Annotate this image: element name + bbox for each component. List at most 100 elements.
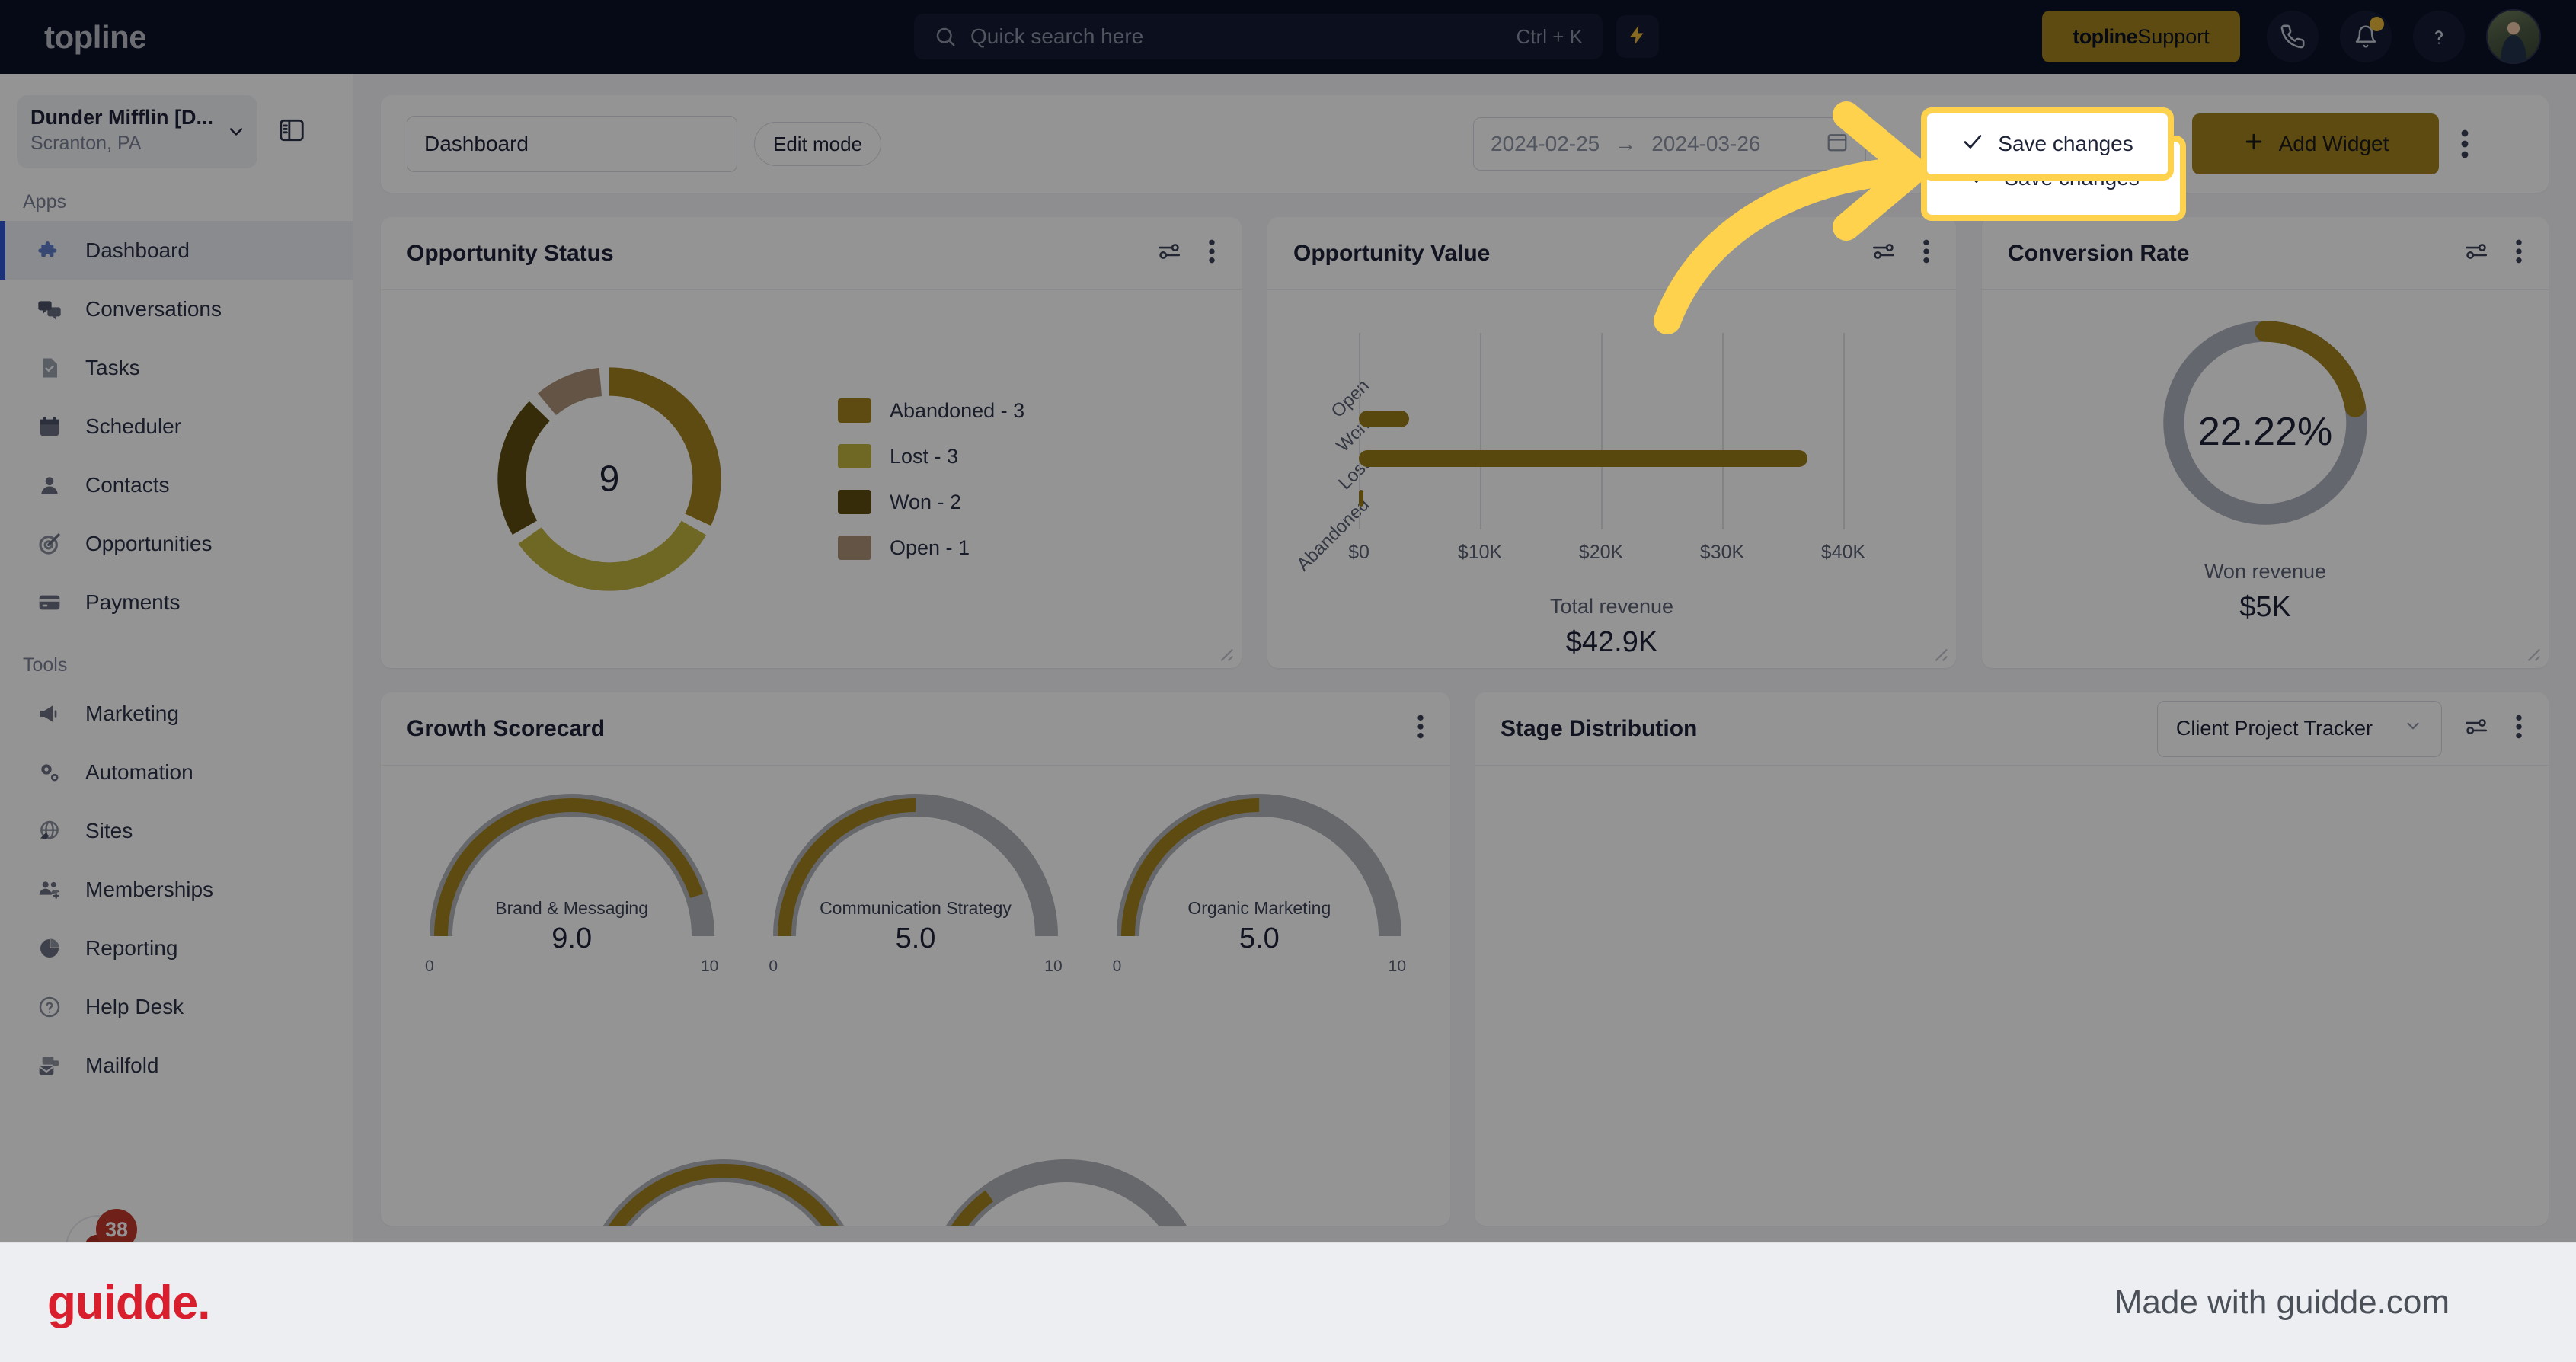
gauge-label: Organic Marketing [1187, 898, 1331, 918]
sidebar-item-scheduler[interactable]: Scheduler [0, 397, 353, 456]
filter-sliders-icon[interactable] [2463, 714, 2489, 743]
legend-item[interactable]: Lost - 3 [838, 444, 1024, 468]
sidebar-item-dashboard[interactable]: Dashboard [0, 221, 353, 280]
pipeline-select[interactable]: Client Project Tracker [2156, 700, 2442, 757]
conversion-rate-donut: 22.22% [1982, 309, 2549, 560]
sidebar-item-sites[interactable]: Sites [0, 801, 353, 860]
resize-handle[interactable] [1932, 645, 1948, 662]
kebab-menu-icon[interactable] [2515, 714, 2523, 743]
dashboard-toolbar: Dashboard Edit mode 2024-02-25 → 2024-03… [381, 95, 2549, 193]
filter-sliders-icon[interactable] [2463, 238, 2489, 268]
phone-button[interactable] [2267, 11, 2319, 62]
legend-item[interactable]: Abandoned - 3 [838, 398, 1024, 423]
sidebar-item-label: Memberships [85, 877, 214, 901]
kebab-menu-icon[interactable] [1208, 238, 1216, 268]
sidebar-item-label: Conversations [85, 296, 222, 321]
dashboard-name-input[interactable]: Dashboard [407, 116, 737, 172]
date-range-end[interactable]: 2024-03-26 [1651, 132, 1760, 156]
date-range-start[interactable]: 2024-02-25 [1491, 132, 1600, 156]
bar-lost[interactable] [1359, 450, 1807, 467]
widget-growth-scorecard: Growth Scorecard Brand & Messaging 9.0 0… [381, 692, 1450, 1226]
resize-handle[interactable] [2524, 645, 2541, 662]
widget-header: Conversion Rate [1982, 217, 2549, 290]
legend-item[interactable]: Open - 1 [838, 536, 1024, 560]
chevron-down-icon [225, 121, 247, 146]
add-widget-label: Add Widget [2278, 132, 2389, 155]
save-changes-label: Save changes [1998, 132, 2133, 155]
bar-abandoned[interactable] [1359, 490, 1363, 507]
add-widget-button[interactable]: Add Widget [2192, 114, 2439, 174]
widget-header: Opportunity Value [1267, 217, 1956, 290]
avatar[interactable] [2486, 9, 2541, 64]
gauge-row-2-partial-right [914, 1149, 1219, 1226]
sidebar-item-mailfold[interactable]: Mailfold [0, 1036, 353, 1095]
gauge-label: Brand & Messaging [495, 898, 649, 918]
legend-item[interactable]: Won - 2 [838, 490, 1024, 514]
kebab-menu-icon[interactable] [2515, 238, 2523, 268]
date-range-picker[interactable]: 2024-02-25 → 2024-03-26 [1473, 117, 1866, 171]
quick-search-bar[interactable]: Quick search here Ctrl + K [914, 14, 1603, 59]
widget-header: Growth Scorecard [381, 692, 1450, 766]
sidebar-item-help-desk[interactable]: Help Desk [0, 977, 353, 1036]
stage-distribution-body [1475, 766, 2549, 1207]
gauge-min-label: 0 [425, 958, 434, 975]
calendar-icon [37, 414, 62, 440]
sidebar-item-payments[interactable]: Payments [0, 573, 353, 631]
kebab-menu-icon[interactable] [1417, 714, 1424, 743]
toolbar-kebab-menu-icon[interactable] [2460, 129, 2469, 163]
total-revenue-value: $42.9K [1565, 626, 1658, 658]
gears-icon [37, 759, 62, 785]
date-range-arrow: → [1615, 132, 1637, 155]
sidebar-item-conversations[interactable]: Conversations [0, 280, 353, 338]
sidebar-item-opportunities[interactable]: Opportunities [0, 514, 353, 573]
widget-title: Opportunity Status [407, 240, 614, 266]
phone-icon [2280, 24, 2306, 50]
save-changes-button[interactable]: Save changes [1921, 107, 2174, 181]
top-navigation-bar: topline Quick search here Ctrl + K topli… [0, 0, 2576, 74]
topline-logo[interactable]: topline [44, 19, 147, 56]
calendar-icon [1826, 130, 1849, 158]
legend-swatch [838, 444, 871, 468]
total-revenue-label: Total revenue [1549, 595, 1674, 618]
sidebar-item-marketing[interactable]: Marketing [0, 684, 353, 743]
chevron-down-icon [2403, 716, 2423, 741]
help-button[interactable] [2413, 11, 2465, 62]
legend-label: Won - 2 [890, 490, 962, 513]
kebab-menu-icon[interactable] [1922, 238, 1930, 268]
check-icon [1961, 130, 1984, 158]
bar-won[interactable] [1359, 411, 1409, 427]
widget-header: Opportunity Status [381, 217, 1242, 290]
edit-mode-toggle[interactable]: Edit mode [754, 122, 882, 166]
gauge-brand-messaging: Brand & Messaging 9.0 0 10 [404, 784, 740, 982]
sidebar-item-automation[interactable]: Automation [0, 743, 353, 801]
sidebar-item-reporting[interactable]: Reporting [0, 919, 353, 977]
app-root: topline Quick search here Ctrl + K topli… [0, 0, 2576, 1362]
search-icon [934, 25, 957, 48]
org-switcher[interactable]: Dunder Mifflin [D... Scranton, PA [17, 95, 257, 168]
person-icon [37, 472, 62, 498]
notifications-button[interactable] [2340, 11, 2392, 62]
sidebar-item-tasks[interactable]: Tasks [0, 338, 353, 397]
sidebar-item-contacts[interactable]: Contacts [0, 456, 353, 514]
won-revenue-value: $5K [2239, 591, 2291, 623]
gauge-organic-marketing: Organic Marketing 5.0 0 10 [1091, 784, 1427, 982]
support-label: Support [2137, 24, 2210, 48]
filter-sliders-icon[interactable] [1871, 238, 1897, 268]
sidebar-item-label: Reporting [85, 935, 178, 960]
sidebar-item-memberships[interactable]: Memberships [0, 860, 353, 919]
gauge-max-label: 10 [700, 958, 719, 975]
pie-chart-icon [37, 935, 62, 961]
resize-handle[interactable] [1217, 645, 1234, 662]
sidebar-item-label: Dashboard [85, 238, 190, 262]
gridline [1601, 333, 1603, 529]
filter-sliders-icon[interactable] [1156, 238, 1182, 268]
sidebar-panel-toggle-icon[interactable] [277, 116, 306, 149]
x-axis-tick-label: $40K [1820, 542, 1866, 563]
widget-opportunity-value: Opportunity Value Open Won Lost Abandone… [1267, 217, 1956, 668]
topline-support-button[interactable]: topline Support [2042, 11, 2240, 62]
quick-actions-button[interactable] [1616, 15, 1659, 58]
org-location: Scranton, PA [30, 133, 142, 154]
search-input[interactable]: Quick search here [970, 24, 1143, 49]
gauge-max-label: 10 [1388, 958, 1406, 975]
donut-legend: Abandoned - 3 Lost - 3 Won - 2 Open - 1 [838, 398, 1024, 560]
